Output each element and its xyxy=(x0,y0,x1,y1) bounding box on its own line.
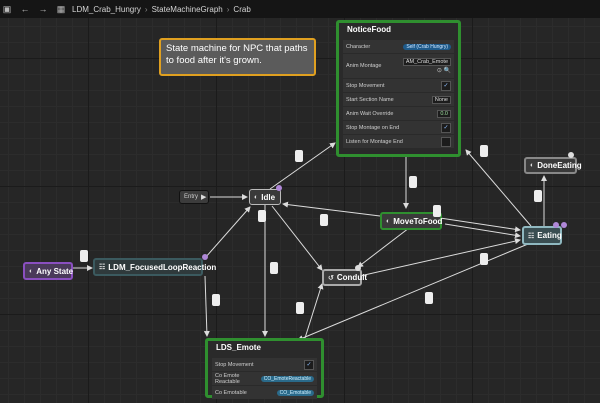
graph-toolbar: ▣ ← → ▦ LDM_Crab_Hungry › StateMachineGr… xyxy=(0,0,600,18)
character-pin[interactable]: Self (Crab Hungry) xyxy=(403,43,451,50)
stop-movement-checkbox[interactable]: ✓ xyxy=(441,80,451,91)
statemachine-icon: ☷ xyxy=(528,232,535,240)
stop-montage-checkbox[interactable]: ✓ xyxy=(441,122,451,133)
done-eating-label: DoneEating xyxy=(537,161,582,170)
save-icon[interactable]: ▣ xyxy=(0,2,14,16)
grid-icon[interactable]: ▦ xyxy=(54,2,68,16)
eating-label: Eating xyxy=(537,231,562,240)
property-row-start-section: Start Section Name None xyxy=(343,93,454,106)
transition-icon[interactable] xyxy=(480,145,488,157)
focused-loop-reaction-node[interactable]: ☷ LDM_FocusedLoopReaction xyxy=(93,258,216,276)
state-icon: ◐ xyxy=(29,267,34,275)
move-to-food-label: MoveToFood xyxy=(393,216,443,226)
transition-icon[interactable] xyxy=(212,294,220,306)
property-row-character: Character Self (Crab Hungry) xyxy=(343,40,454,53)
state-icon: ◐ xyxy=(254,193,259,201)
notice-food-node[interactable]: NoticeFood Character Self (Crab Hungry) … xyxy=(336,20,461,157)
property-row-emotable: Co Emotable CO_Emotable xyxy=(212,386,317,399)
transition-icon[interactable] xyxy=(258,210,266,222)
eating-node[interactable]: ☷ Eating xyxy=(522,226,562,245)
transition-icon[interactable] xyxy=(270,262,278,274)
listen-montage-checkbox[interactable] xyxy=(441,136,451,147)
anim-wait-input[interactable]: 0.0 xyxy=(437,109,451,118)
comment-text: State machine for NPC that paths to food… xyxy=(166,43,308,66)
breadcrumb-separator: › xyxy=(226,4,230,14)
any-state-label: Any State xyxy=(36,266,74,276)
notice-food-title: NoticeFood xyxy=(347,25,391,34)
transition-icon[interactable] xyxy=(295,150,303,162)
state-icon: ◐ xyxy=(530,162,535,169)
state-indicator-dot xyxy=(276,185,282,191)
breadcrumb-item-statemachine[interactable]: Crab xyxy=(233,5,250,14)
breadcrumb-item-graph[interactable]: StateMachineGraph xyxy=(152,5,223,14)
state-indicator-dot xyxy=(561,222,567,228)
transition-icon[interactable] xyxy=(480,253,488,265)
lds-emote-node[interactable]: LDS_Emote Stop Movement ✓ Co Emote React… xyxy=(205,338,324,399)
property-row-stop-movement: Stop Movement ✓ xyxy=(212,358,317,371)
done-eating-node[interactable]: ◐ DoneEating xyxy=(524,157,582,174)
clock-icon xyxy=(568,152,574,158)
conduit-label: Conduit xyxy=(336,273,368,282)
property-row-stop-movement: Stop Movement ✓ xyxy=(343,79,454,92)
start-section-input[interactable]: None xyxy=(431,95,451,104)
transition-icon[interactable] xyxy=(296,302,304,314)
graph-comment[interactable]: State machine for NPC that paths to food… xyxy=(159,38,316,76)
entry-arrow-icon: ▶ xyxy=(201,194,207,201)
any-state-node[interactable]: ◐ Any State xyxy=(23,262,73,280)
focused-label: LDM_FocusedLoopReaction xyxy=(108,262,217,272)
anim-montage-select[interactable]: AM_Crab_Emote xyxy=(402,58,451,66)
emote-reactable-pin[interactable]: CO_EmoteReactable xyxy=(260,375,314,382)
conduit-icon: ↺ xyxy=(328,274,334,282)
stop-movement-checkbox[interactable]: ✓ xyxy=(304,359,314,370)
idle-state-node[interactable]: ◐ Idle xyxy=(249,189,281,205)
asset-picker-icons[interactable]: ⊙ 🔍 xyxy=(437,67,451,74)
idle-label: Idle xyxy=(261,192,276,202)
entry-label: Entry xyxy=(184,194,199,200)
property-row-emote-reactable: Co Emote Reactable CO_EmoteReactable xyxy=(212,372,317,385)
state-indicator-dot xyxy=(202,254,208,260)
transition-icon[interactable] xyxy=(409,176,417,188)
breadcrumb-item-asset[interactable]: LDM_Crab_Hungry xyxy=(72,5,141,14)
transition-icon[interactable] xyxy=(425,292,433,304)
state-icon: ◐ xyxy=(386,217,391,225)
conduit-node[interactable]: ↺ Conduit xyxy=(322,269,367,286)
statemachine-icon: ☷ xyxy=(99,264,106,271)
entry-node[interactable]: Entry ▶ xyxy=(179,190,209,204)
clock-icon xyxy=(355,265,361,271)
transition-icon[interactable] xyxy=(433,205,441,217)
emotable-pin[interactable]: CO_Emotable xyxy=(276,389,314,396)
transition-icon[interactable] xyxy=(534,190,542,202)
state-indicator-dot xyxy=(553,222,559,228)
property-row-stop-montage: Stop Montage on End ✓ xyxy=(343,121,454,134)
property-row-listen-montage: Listen for Montage End xyxy=(343,135,454,148)
forward-arrow-icon[interactable]: → xyxy=(36,2,50,16)
property-row-anim-wait: Anim Wait Override 0.0 xyxy=(343,107,454,120)
breadcrumb-separator: › xyxy=(144,4,148,14)
property-row-anim-montage: Anim Montage AM_Crab_Emote ⊙ 🔍 xyxy=(343,54,454,78)
lds-emote-title: LDS_Emote xyxy=(216,343,261,352)
transition-icon[interactable] xyxy=(320,214,328,226)
transition-icon[interactable] xyxy=(80,250,88,262)
back-arrow-icon[interactable]: ← xyxy=(18,2,32,16)
